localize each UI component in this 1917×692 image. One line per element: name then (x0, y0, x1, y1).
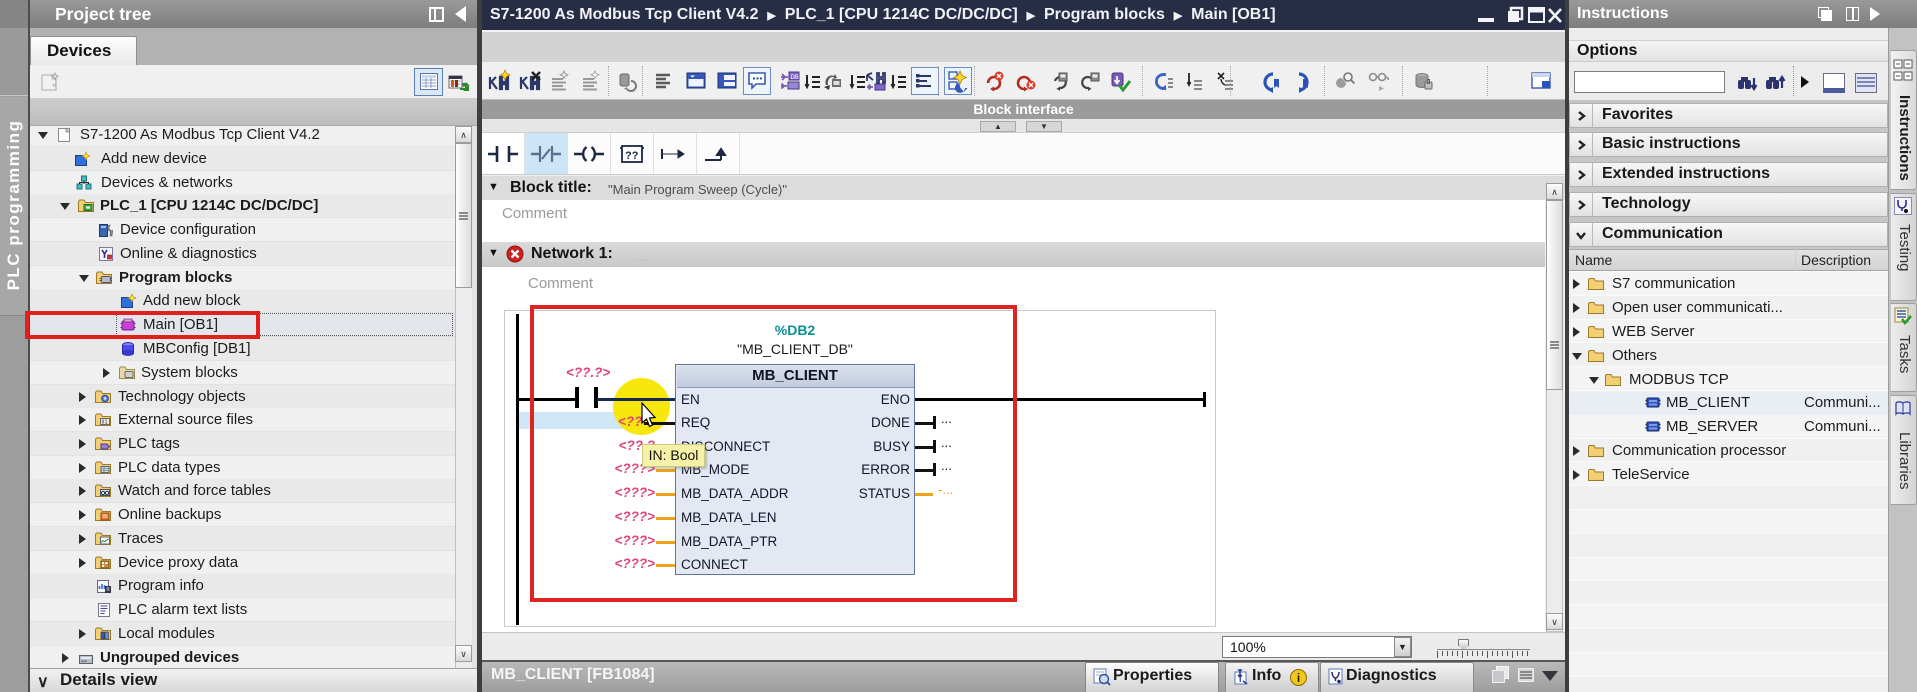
svg-text:01: 01 (102, 420, 108, 426)
svg-text:i: i (1239, 674, 1242, 684)
svg-text:DB: DB (791, 75, 799, 81)
svg-text:??: ?? (625, 150, 639, 162)
